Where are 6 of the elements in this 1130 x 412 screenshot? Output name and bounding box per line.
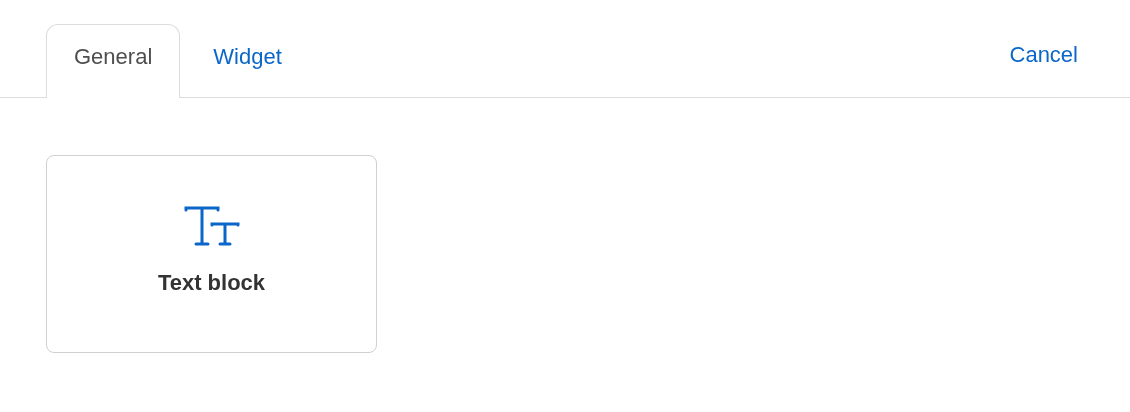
tab[interactable]: Widget — [180, 25, 288, 98]
text-block-card[interactable]: Text block — [46, 155, 377, 353]
cancel-button[interactable]: Cancel — [1009, 24, 1078, 97]
text-icon — [183, 206, 240, 246]
tab[interactable]: General — [46, 24, 181, 98]
card-label: Text block — [157, 270, 266, 296]
